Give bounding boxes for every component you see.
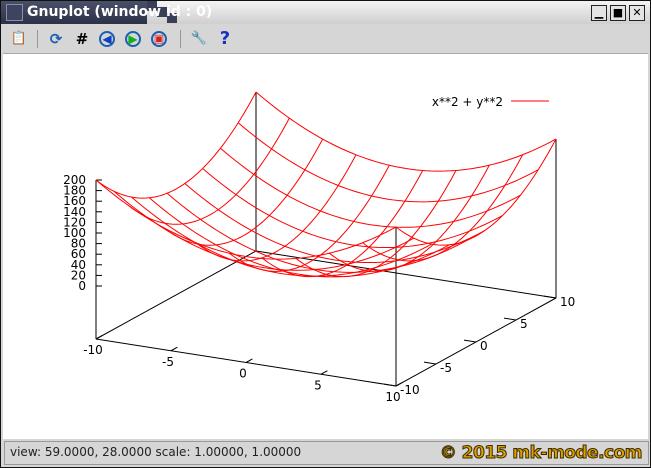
x-tick-label: -10 xyxy=(83,343,103,357)
z-tick-label: 200 xyxy=(63,173,86,187)
status-text: view: 59.0000, 28.0000 scale: 1.00000, 1… xyxy=(10,445,302,459)
help-icon[interactable]: ? xyxy=(216,30,234,48)
surface-plot: -10-50510 -10-505100204060801001201401601… xyxy=(63,91,575,404)
y-tick-mark xyxy=(383,383,397,387)
x-tick-label: 5 xyxy=(314,378,322,392)
surface-isoline-x xyxy=(95,91,257,199)
close-button[interactable]: ✕ xyxy=(629,5,645,21)
surface-isoline-x xyxy=(129,117,290,225)
y-tick-label: 10 xyxy=(560,295,575,309)
status-bar: view: 59.0000, 28.0000 scale: 1.00000, 1… xyxy=(4,441,649,465)
y-tick-label: 5 xyxy=(520,317,528,331)
y-tick-label: 0 xyxy=(480,339,488,353)
surface-isoline-y xyxy=(255,91,557,172)
replot-icon[interactable]: ⟳ xyxy=(47,30,65,48)
window-menu-icon[interactable] xyxy=(6,4,23,21)
y-tick-mark xyxy=(463,339,477,343)
window-title: Gnuplot (window id : 0) xyxy=(27,4,213,20)
y-tick-mark xyxy=(543,295,557,299)
gnuplot-window: Gnuplot (window id : 0) ▁ ■ ✕ 📋 ⟳ # ◀ ▶ … xyxy=(0,0,651,468)
toolbar-separator xyxy=(37,30,38,48)
grid-icon[interactable]: # xyxy=(73,30,91,48)
settings-wrench-icon[interactable]: 🔧 xyxy=(190,30,208,48)
y-tick-label: -10 xyxy=(400,383,420,397)
legend-label: x**2 + y**2 xyxy=(432,95,503,109)
toolbar: 📋 ⟳ # ◀ ▶ ▣ 🔧 ? xyxy=(3,25,648,54)
x-tick-label: 10 xyxy=(385,390,400,404)
copy-to-clipboard-icon[interactable]: 📋 xyxy=(10,30,28,48)
x-tick-label: -5 xyxy=(162,355,174,369)
plot-area[interactable]: -10 -5 0 5 10 -10 -5 0 5 10 0 20 40 60 80 100 120 140 160 1… xyxy=(3,54,648,439)
surface-isoline-y xyxy=(95,179,397,260)
y-tick-mark xyxy=(503,317,517,321)
base-left-edge xyxy=(95,250,257,340)
zoom-next-icon[interactable]: ▶ xyxy=(125,31,141,47)
maximize-button[interactable]: ■ xyxy=(610,5,626,21)
surface-isoline-x xyxy=(395,138,557,246)
x-tick-mark xyxy=(245,358,253,363)
y-tick-mark xyxy=(423,361,437,365)
toolbar-separator xyxy=(180,30,181,48)
x-tick-label: 0 xyxy=(239,367,247,381)
autoscale-icon[interactable]: ▣ xyxy=(151,31,167,47)
surface-isoline-y xyxy=(184,183,486,264)
x-tick-mark xyxy=(170,346,178,352)
zoom-previous-icon[interactable]: ◀ xyxy=(99,31,115,47)
surface-isoline-x xyxy=(229,164,390,272)
title-bar[interactable]: Gnuplot (window id : 0) ▁ ■ ✕ xyxy=(1,1,650,24)
y-tick-label: -5 xyxy=(440,361,452,375)
minimize-button[interactable]: ▁ xyxy=(591,5,607,21)
watermark: © 2015 mk-mode.com xyxy=(439,443,643,464)
x-tick-mark xyxy=(320,370,328,375)
surface-isoline-y xyxy=(202,168,503,249)
surface-isoline-y xyxy=(237,122,539,203)
x-tick-mark xyxy=(95,335,103,340)
